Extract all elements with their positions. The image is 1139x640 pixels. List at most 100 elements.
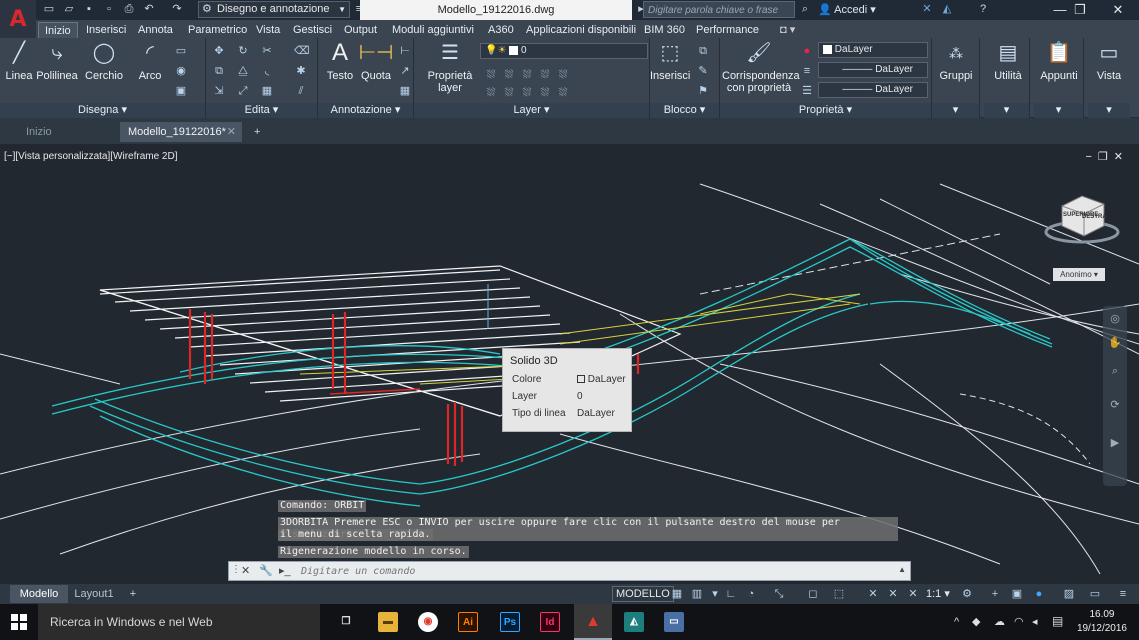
insert-block-button[interactable]: ⬚ Inserisci (650, 40, 690, 82)
workspace-gear-icon[interactable]: ⚙ (960, 587, 974, 601)
panel-title-layer[interactable]: Layer ▾ (414, 103, 649, 118)
layer-freeze-icon[interactable]: ⛆ (520, 68, 534, 82)
tab-drawing-file[interactable]: Modello_19122016* ✕ (120, 122, 242, 142)
ribbon-options-icon[interactable]: ◘ ▾ (780, 22, 795, 38)
tab-applicazioni[interactable]: Applicazioni disponibili (526, 22, 636, 38)
maximize-button[interactable]: ❐ (1064, 0, 1096, 20)
annotation-scale-icon[interactable]: ✕ (866, 587, 880, 601)
dropbox-icon[interactable]: ◆ (972, 615, 980, 628)
auto-scale-icon[interactable]: ✕ (906, 587, 920, 601)
panel-title-utilita[interactable]: ▾ (984, 103, 1029, 118)
edit-block-icon[interactable]: ✎ (696, 64, 710, 78)
multileader-icon[interactable]: ↗ (398, 64, 412, 78)
application-menu-button[interactable]: A (0, 0, 36, 38)
tab-output[interactable]: Output (344, 22, 377, 38)
isodraft-icon[interactable]: ⤡ (772, 587, 786, 601)
leader-icon[interactable]: ⊢ (398, 44, 412, 58)
hardware-acceleration-icon[interactable]: ▨ (1062, 587, 1076, 601)
lineweight-dropdown[interactable]: ——— DaLayer (818, 82, 928, 98)
explode-icon[interactable]: ✱ (294, 64, 308, 78)
undo-icon[interactable]: ↶ (142, 3, 156, 16)
ucs-dropdown[interactable]: Anonimo ▾ (1053, 268, 1105, 281)
exchange-icon[interactable]: ✕ (920, 3, 934, 16)
viewport-label[interactable]: [−][Vista personalizzata][Wireframe 2D] (4, 151, 178, 162)
circle-button[interactable]: ◯ Cerchio (84, 40, 124, 82)
copy-icon[interactable]: ⧉ (212, 64, 226, 78)
table-icon[interactable]: ▦ (398, 84, 412, 98)
print-icon[interactable]: ⎙ (122, 3, 136, 16)
open-file-icon[interactable]: ▱ (62, 3, 76, 16)
tab-gestisci[interactable]: Gestisci (293, 22, 332, 38)
region-icon[interactable]: ▣ (174, 84, 188, 98)
snap-icon[interactable]: ▥ (690, 587, 704, 601)
autocad-taskbar-button[interactable]: ▲ (574, 604, 612, 640)
taskbar-search[interactable]: Ricerca in Windows e nel Web (38, 604, 320, 640)
illustrator-icon[interactable]: Ai (458, 612, 478, 632)
scale-dropdown[interactable]: 1:1 ▾ (926, 587, 950, 600)
start-button[interactable] (0, 604, 38, 640)
hatch-icon[interactable]: ◉ (174, 64, 188, 78)
layer-properties-button[interactable]: ☰ Proprietà layer (424, 40, 476, 94)
osnap-icon[interactable]: ◻ (806, 587, 820, 601)
chevron-down-icon[interactable]: ▾ (708, 587, 722, 601)
scale-icon[interactable]: ⤢ (236, 84, 250, 98)
layer-unlock-icon[interactable]: ⛆ (556, 86, 570, 100)
layer-dropdown[interactable]: 💡☀ 0 (480, 43, 648, 59)
command-prompt-icon[interactable]: ▸_ (279, 564, 291, 577)
utilities-button[interactable]: ▤ Utilità (986, 40, 1030, 82)
onedrive-icon[interactable]: ☁ (994, 615, 1005, 628)
plus-icon[interactable]: + (988, 587, 1002, 601)
offset-icon[interactable]: ⫽ (294, 84, 308, 98)
units-icon[interactable]: ▣ (1010, 587, 1024, 601)
binoculars-icon[interactable]: ⌕ (798, 3, 812, 16)
add-layout-button[interactable]: + (124, 585, 142, 603)
photoshop-icon[interactable]: Ps (500, 612, 520, 632)
dimension-button[interactable]: ⊢⊣ Quota (358, 40, 394, 82)
rectangle-icon[interactable]: ▭ (174, 44, 188, 58)
customization-icon[interactable]: ≡ (1116, 587, 1130, 601)
move-icon[interactable]: ✥ (212, 44, 226, 58)
grid-icon[interactable]: ▦ (670, 587, 684, 601)
tab-parametrico[interactable]: Parametrico (188, 22, 247, 38)
panel-title-edita[interactable]: Edita ▾ (206, 103, 317, 118)
command-input[interactable] (301, 564, 901, 578)
panel-title-vista[interactable]: ▾ (1088, 103, 1130, 118)
workspace-dropdown[interactable]: ⚙ Disegno e annotazione ▼ (198, 1, 350, 18)
tab-inizio[interactable]: Inizio (38, 22, 78, 38)
model-space-button[interactable]: MODELLO (612, 586, 674, 602)
grip-icon[interactable]: ⋮ (231, 564, 241, 575)
task-view-icon[interactable]: ❐ (336, 612, 356, 632)
close-command-icon[interactable]: ✕ (241, 564, 250, 577)
save-as-icon[interactable]: ▫ (102, 3, 116, 16)
tab-vista[interactable]: Vista (256, 22, 280, 38)
arc-button[interactable]: ◜ Arco (130, 40, 170, 82)
help-search-input[interactable]: Digitare parola chiave o frase (643, 1, 795, 18)
rotate-icon[interactable]: ↻ (236, 44, 250, 58)
tab-annota[interactable]: Annota (138, 22, 173, 38)
file-explorer-icon[interactable]: ▬ (378, 612, 398, 632)
polyline-button[interactable]: ⤷ Polilinea (36, 40, 78, 82)
block-attributes-icon[interactable]: ⚑ (696, 84, 710, 98)
panel-title-gruppi[interactable]: ▾ (932, 103, 979, 118)
signin-button[interactable]: 👤 Accedi ▾ (818, 3, 876, 16)
tab-model[interactable]: Modello (10, 585, 68, 603)
polar-icon[interactable]: ◔ (744, 587, 758, 601)
tab-bim360[interactable]: BIM 360 (644, 22, 685, 38)
trim-icon[interactable]: ✂ (260, 44, 274, 58)
groups-button[interactable]: ⁂ Gruppi (934, 40, 978, 82)
stretch-icon[interactable]: ⇲ (212, 84, 226, 98)
array-icon[interactable]: ▦ (260, 84, 274, 98)
tab-performance[interactable]: Performance (696, 22, 759, 38)
layer-match-icon[interactable]: ⛆ (556, 68, 570, 82)
layer-isolate-icon[interactable]: ⛆ (484, 68, 498, 82)
viewcube-right[interactable]: DESTRA (1082, 214, 1107, 220)
steering-wheel-icon[interactable]: ◎ (1108, 312, 1122, 326)
tab-start[interactable]: Inizio (18, 122, 118, 142)
new-file-icon[interactable]: ▭ (42, 3, 56, 16)
tab-moduli-aggiuntivi[interactable]: Moduli aggiuntivi (392, 22, 474, 38)
photos-icon[interactable]: ▭ (664, 612, 684, 632)
text-button[interactable]: A Testo (322, 40, 358, 83)
close-tab-icon[interactable]: ✕ (227, 122, 236, 142)
erase-icon[interactable]: ⌫ (294, 44, 310, 58)
panel-title-appunti[interactable]: ▾ (1034, 103, 1083, 118)
